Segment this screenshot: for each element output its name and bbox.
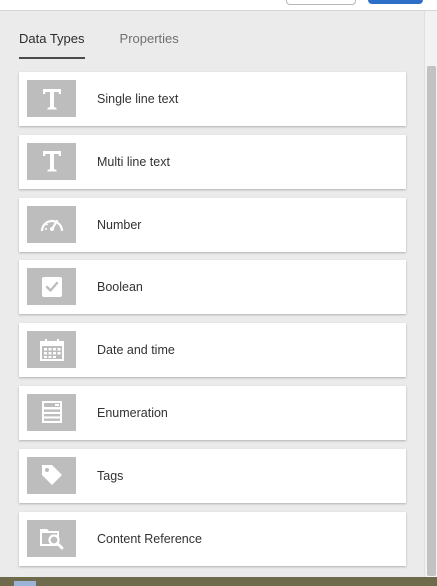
- folder-search-icon: [27, 519, 76, 557]
- tag-icon: [27, 456, 76, 494]
- data-type-label: Enumeration: [97, 405, 168, 420]
- data-type-list: Single line text Multi line text Number …: [19, 72, 406, 574]
- data-type-boolean[interactable]: Boolean: [19, 260, 406, 315]
- data-type-label: Tags: [97, 468, 124, 483]
- data-type-label: Number: [97, 217, 142, 232]
- calendar-icon: [27, 331, 76, 369]
- taskbar-item[interactable]: [14, 581, 36, 586]
- primary-button[interactable]: [368, 0, 423, 4]
- text-t-icon: [27, 80, 76, 117]
- data-type-label: Date and time: [97, 343, 175, 358]
- list-enumeration-icon: [27, 393, 76, 431]
- data-type-multi-line-text[interactable]: Multi line text: [19, 134, 406, 189]
- gauge-icon: [27, 205, 76, 243]
- top-toolbar: [0, 0, 437, 11]
- tab-data-types[interactable]: Data Types: [19, 31, 85, 59]
- checkbox-icon: [27, 268, 76, 306]
- panel-scrollbar[interactable]: [424, 11, 437, 577]
- data-type-enumeration[interactable]: Enumeration: [19, 385, 406, 440]
- scrollbar-thumb[interactable]: [427, 66, 436, 576]
- data-type-content-reference[interactable]: Content Reference: [19, 511, 406, 566]
- data-type-label: Content Reference: [97, 531, 202, 546]
- data-type-label: Multi line text: [97, 154, 170, 169]
- data-type-single-line-text[interactable]: Single line text: [19, 72, 406, 126]
- data-type-date-and-time[interactable]: Date and time: [19, 323, 406, 378]
- tab-properties[interactable]: Properties: [120, 31, 179, 59]
- bottom-taskbar: [0, 577, 437, 586]
- data-type-tags[interactable]: Tags: [19, 448, 406, 503]
- data-types-panel: Data Types Properties Single line text M…: [0, 11, 424, 577]
- data-type-number[interactable]: Number: [19, 197, 406, 252]
- data-type-label: Boolean: [97, 280, 143, 295]
- text-t-icon: [27, 142, 76, 180]
- panel-tabs: Data Types Properties: [19, 31, 214, 59]
- secondary-button[interactable]: [286, 0, 356, 5]
- data-type-label: Single line text: [97, 92, 179, 106]
